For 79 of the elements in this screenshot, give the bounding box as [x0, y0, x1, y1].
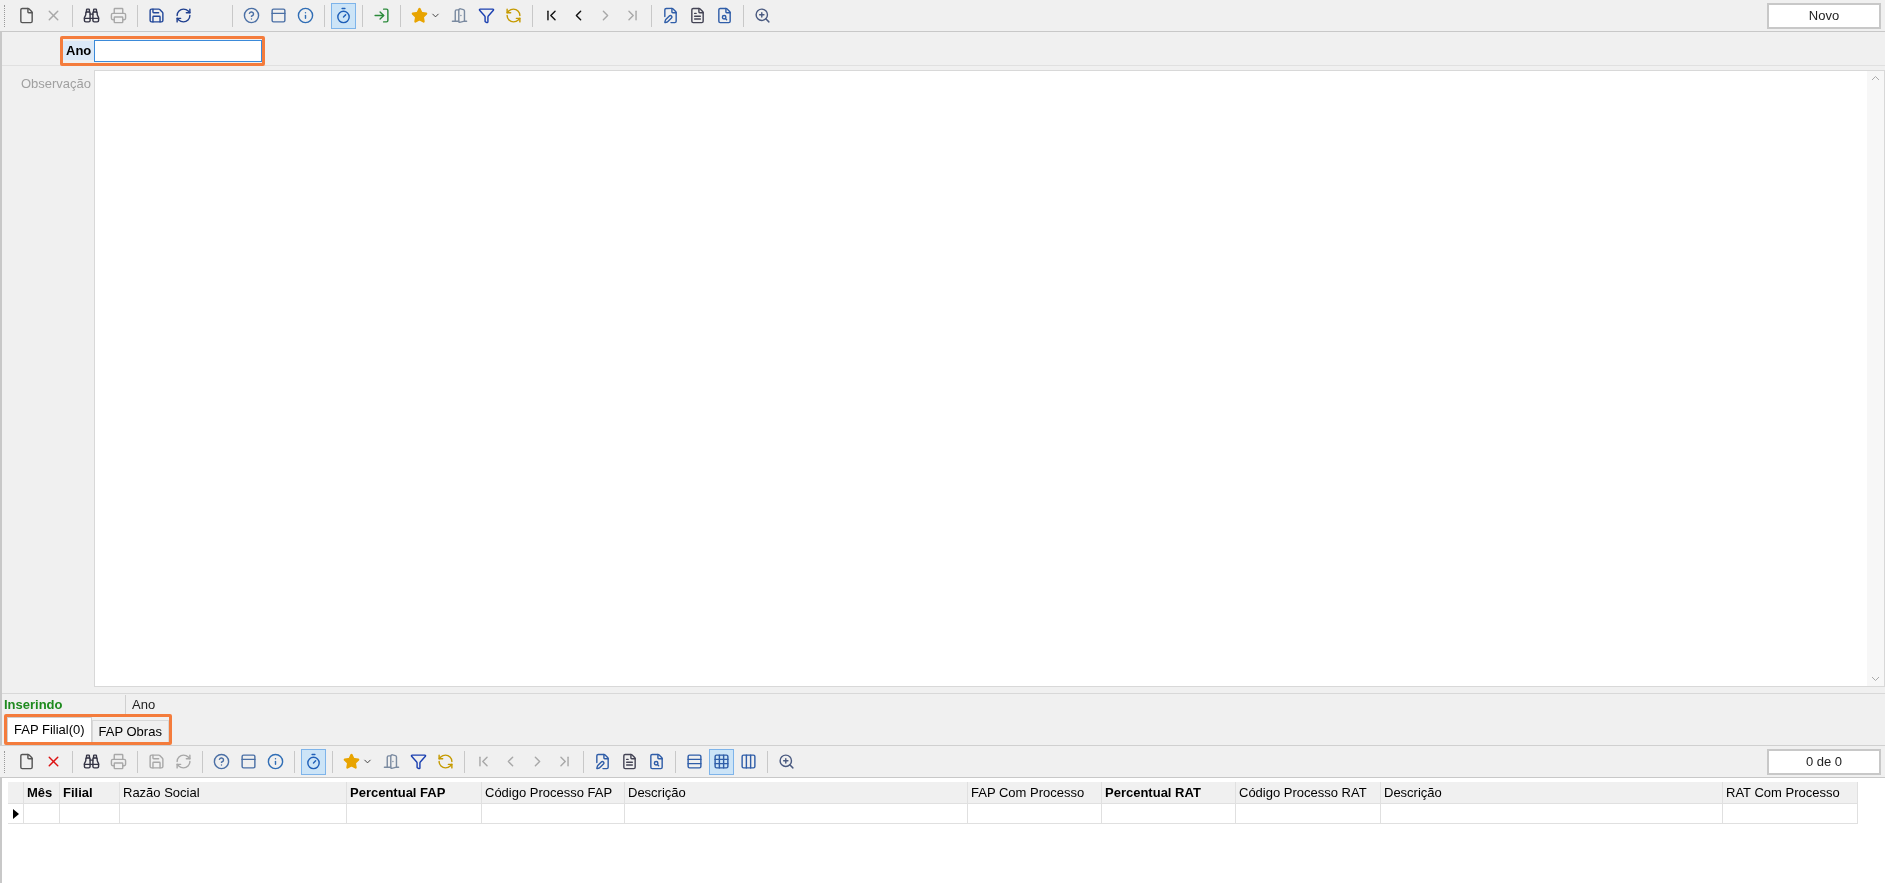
info-icon: [297, 7, 314, 24]
door-icon: [451, 7, 468, 24]
column-header[interactable]: FAP Com Processo: [968, 782, 1102, 804]
row-indicator[interactable]: [8, 804, 24, 824]
new-document-icon: [18, 753, 35, 770]
filter-icon: [478, 7, 495, 24]
column-header[interactable]: Percentual FAP: [347, 782, 482, 804]
report-search-icon: [716, 7, 733, 24]
table-cell[interactable]: [120, 804, 347, 824]
binoculars-icon: [83, 753, 100, 770]
table-cell[interactable]: [968, 804, 1102, 824]
printer-icon: [110, 7, 127, 24]
table-cell[interactable]: [60, 804, 120, 824]
year-input[interactable]: [94, 39, 263, 62]
column-header[interactable]: Código Processo RAT: [1236, 782, 1381, 804]
memo-field[interactable]: [94, 70, 1885, 687]
refresh-icon: [175, 753, 192, 770]
table-cell[interactable]: [625, 804, 968, 824]
mode-status: Inserindo: [2, 694, 126, 715]
table-cell[interactable]: [24, 804, 60, 824]
exit-door-icon: [373, 7, 390, 24]
report-icon: [689, 7, 706, 24]
help-icon: [213, 753, 230, 770]
sync-icon: [505, 7, 522, 24]
binoculars-icon: [83, 7, 100, 24]
star-icon: [343, 753, 360, 770]
field-status: Ano: [131, 695, 156, 714]
printer-icon: [110, 753, 127, 770]
record-status: Novo: [1767, 2, 1881, 29]
column-header[interactable]: Filial: [60, 782, 120, 804]
edit-document-icon: [662, 7, 679, 24]
column-header[interactable]: Percentual RAT: [1102, 782, 1236, 804]
scroll-up-icon[interactable]: [1871, 75, 1880, 81]
rows-icon: [686, 753, 703, 770]
scroll-down-icon[interactable]: [1871, 676, 1880, 682]
save-icon: [148, 7, 165, 24]
window-icon: [270, 7, 287, 24]
zoom-icon: [754, 7, 771, 24]
info-icon: [267, 753, 284, 770]
column-header[interactable]: Mês: [24, 782, 60, 804]
table-cell[interactable]: [1236, 804, 1381, 824]
zoom-icon: [778, 753, 795, 770]
stopwatch-icon: [335, 7, 352, 24]
table-cell[interactable]: [482, 804, 625, 824]
grid-icon: [713, 753, 730, 770]
save-icon: [148, 753, 165, 770]
new-document-icon: [18, 7, 35, 24]
tab[interactable]: FAP Filial(0): [7, 717, 92, 742]
table-cell[interactable]: [1723, 804, 1858, 824]
field-label: Ano: [63, 40, 95, 61]
table-cell[interactable]: [347, 804, 482, 824]
table-cell[interactable]: [1381, 804, 1723, 824]
toolbar-button[interactable]: [331, 2, 356, 29]
scrollbar[interactable]: [1867, 71, 1884, 686]
door-icon: [383, 753, 400, 770]
header-cell: [8, 782, 24, 804]
record-status: 0 de 0: [1767, 748, 1881, 775]
toolbar-button[interactable]: [301, 748, 326, 775]
refresh-icon: [175, 7, 192, 24]
column-header[interactable]: RAT Com Processo: [1723, 782, 1858, 804]
toolbar-button[interactable]: [709, 748, 734, 775]
filter-icon: [410, 753, 427, 770]
table-cell[interactable]: [1102, 804, 1236, 824]
star-icon: [411, 7, 428, 24]
report-icon: [621, 753, 638, 770]
edit-document-icon: [594, 753, 611, 770]
field-label: Observação: [19, 75, 92, 93]
window-icon: [240, 753, 257, 770]
tab[interactable]: FAP Obras: [91, 720, 169, 742]
column-header[interactable]: Descrição: [1381, 782, 1723, 804]
columns-icon: [740, 753, 757, 770]
sync-icon: [437, 753, 454, 770]
report-search-icon: [648, 753, 665, 770]
current-row-icon: [12, 808, 19, 819]
stopwatch-icon: [305, 753, 322, 770]
column-header[interactable]: Razão Social: [120, 782, 347, 804]
help-icon: [243, 7, 260, 24]
column-header[interactable]: Código Processo FAP: [482, 782, 625, 804]
column-header[interactable]: Descrição: [625, 782, 968, 804]
